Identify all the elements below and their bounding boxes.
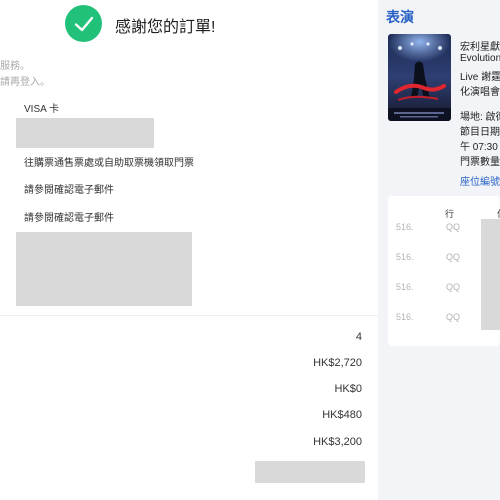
subtotal-amount: HK$2,720 <box>313 357 362 369</box>
redacted-seat-numbers <box>481 219 500 330</box>
redacted-total-block <box>255 461 365 483</box>
seat-section-cell: 516. <box>396 222 414 232</box>
pickup-method: 往購票通售票處或自助取票機領取門票 <box>24 158 194 169</box>
seat-row-cell: QQ <box>446 252 461 262</box>
fee-amount-2: HK$480 <box>322 409 362 421</box>
seat-row-cell: QQ <box>446 282 461 292</box>
performance-section-title: 表演 <box>386 9 414 25</box>
thank-you-title: 感謝您的訂單! <box>115 19 216 36</box>
event-name-line-2: Evolution <box>460 53 500 64</box>
redacted-details-block <box>16 232 192 306</box>
payment-method: VISA 卡 <box>24 104 60 115</box>
seat-row-cell: QQ <box>446 222 461 232</box>
event-name-line-4: 化演唱會 <box>460 87 500 98</box>
seat-number-link[interactable]: 座位編號 <box>460 173 500 188</box>
seat-section-cell: 516. <box>396 282 414 292</box>
email-reference-2: 請參閱確認電子郵件 <box>24 213 114 224</box>
note-line-2: 請再登入。 <box>0 77 50 88</box>
seat-section-cell: 516. <box>396 252 414 262</box>
success-check-icon <box>65 5 102 42</box>
note-line-1: 服務。 <box>0 61 30 72</box>
seat-row-cell: QQ <box>446 312 461 322</box>
seat-section-cell: 516. <box>396 312 414 322</box>
ticket-quantity: 4 <box>355 331 362 343</box>
venue-label: 場地: 啟德 <box>460 112 500 123</box>
total-amount: HK$3,200 <box>313 436 362 448</box>
event-name-line-3: Live 謝霆 <box>460 72 500 83</box>
event-name-line-1: 宏利星獻 <box>460 42 500 53</box>
event-time-label: 午 07:30 <box>460 142 498 153</box>
seat-table-header-row: 行 <box>445 209 455 219</box>
ticket-count-label: 門票數量 <box>460 157 500 168</box>
event-date-label: 節目日期 <box>460 127 500 138</box>
concert-poster-image[interactable] <box>388 34 451 121</box>
redacted-card-number <box>16 118 154 148</box>
email-reference-1: 請參閱確認電子郵件 <box>24 185 114 196</box>
fee-amount-1: HK$0 <box>334 383 362 395</box>
section-divider <box>0 315 378 316</box>
